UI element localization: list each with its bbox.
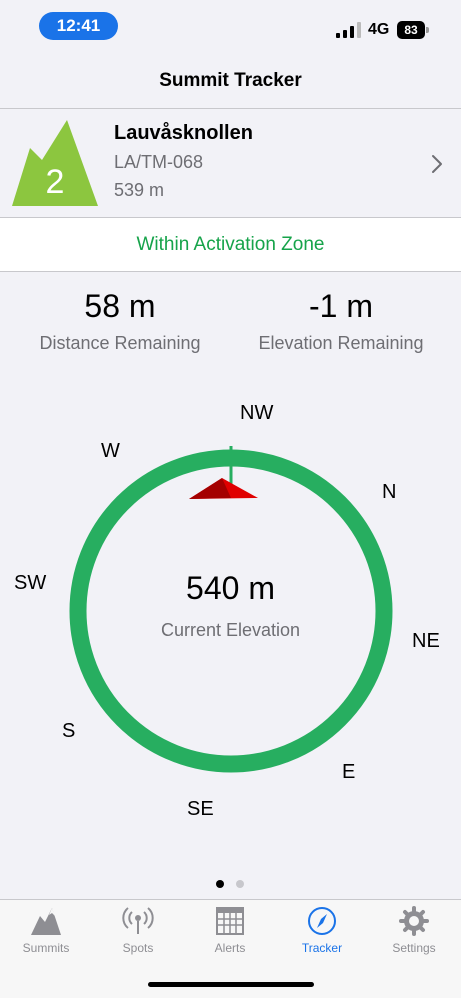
summit-points: 2 [45, 163, 65, 201]
tab-settings[interactable]: Settings [368, 906, 460, 966]
antenna-icon [122, 907, 154, 934]
page-dot-active[interactable] [216, 880, 224, 888]
tab-alerts[interactable]: Alerts [184, 906, 276, 966]
current-elevation-value: 540 m [186, 570, 275, 606]
tab-label: Settings [392, 941, 436, 955]
tab-summits[interactable]: Summits [0, 906, 92, 966]
status-time: 12:41 [39, 12, 118, 40]
tab-spots[interactable]: Spots [92, 906, 184, 966]
tab-label: Alerts [214, 941, 246, 955]
tab-label: Summits [22, 941, 70, 955]
distance-remaining-label: Distance Remaining [39, 333, 201, 353]
elevation-remaining-value: -1 m [309, 288, 373, 324]
direction-e: E [342, 761, 356, 783]
direction-nw: NW [240, 402, 274, 424]
direction-w: W [101, 440, 120, 462]
direction-n: N [382, 481, 397, 503]
battery-level: 83 [397, 21, 425, 39]
compass-ring [69, 449, 393, 773]
summit-reference: LA/TM-068 [114, 152, 204, 172]
summit-card[interactable]: 2 Lauvåsknollen LA/TM-068 539 m [0, 108, 461, 218]
network-type: 4G [368, 21, 390, 38]
tab-label: Tracker [301, 941, 343, 955]
summit-name: Lauvåsknollen [114, 122, 253, 144]
compass-icon [308, 907, 336, 935]
elevation-remaining-label: Elevation Remaining [258, 333, 424, 353]
battery-icon: 83 [397, 21, 429, 39]
chevron-right-icon [432, 155, 442, 173]
activation-zone-status: Within Activation Zone [0, 218, 461, 272]
summit-altitude: 539 m [114, 180, 165, 200]
current-elevation-label: Current Elevation [160, 620, 301, 640]
tab-label: Spots [122, 941, 154, 955]
tab-tracker[interactable]: Tracker [276, 906, 368, 966]
gear-icon [399, 906, 429, 936]
home-indicator[interactable] [148, 982, 314, 987]
direction-pointer [189, 478, 258, 499]
mountain-icon [31, 908, 61, 935]
distance-remaining-value: 58 m [84, 288, 156, 324]
cellular-signal-icon [336, 22, 361, 38]
calendar-icon [216, 907, 244, 935]
page-dot[interactable] [236, 880, 244, 888]
page-title: Summit Tracker [159, 70, 302, 91]
direction-se: SE [187, 798, 214, 820]
direction-s: S [62, 720, 76, 742]
